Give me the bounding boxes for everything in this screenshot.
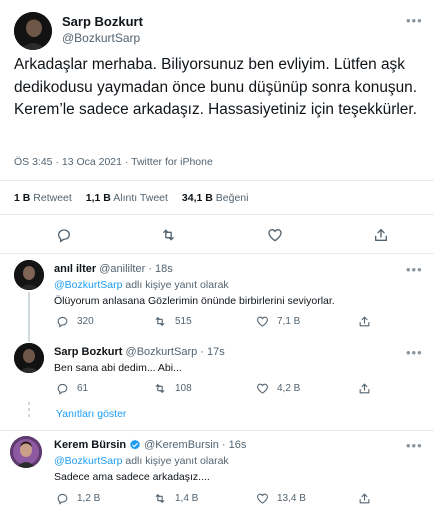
tweet-stats: 1 B Retweet 1,1 B Alıntı Tweet 34,1 B Be… <box>14 192 248 204</box>
retweet-count: 108 <box>175 383 192 394</box>
avatar[interactable] <box>14 343 44 373</box>
like-action[interactable]: 7,1 B <box>256 315 300 328</box>
reply-count: 320 <box>77 316 94 327</box>
reply-author-name[interactable]: Sarp Bozkurt <box>54 346 122 358</box>
share-icon[interactable] <box>358 492 371 505</box>
reply-icon <box>56 492 69 505</box>
reply-to-link[interactable]: @BozkurtSarp <box>54 455 122 467</box>
reply-time[interactable]: · 18s <box>148 263 172 275</box>
thread-dots <box>28 402 30 405</box>
divider <box>0 253 434 254</box>
reply-time[interactable]: · 16s <box>222 439 246 451</box>
reply-author-name[interactable]: anıl ilter <box>54 263 96 275</box>
avatar[interactable] <box>10 436 42 468</box>
reply-count: 61 <box>77 383 89 394</box>
avatar[interactable] <box>14 260 44 290</box>
reply-time[interactable]: · 17s <box>200 346 224 358</box>
like-count: 4,2 B <box>277 383 301 394</box>
retweet-action[interactable]: 515 <box>153 315 192 328</box>
show-replies-link[interactable]: Yanıtları göster <box>56 408 126 420</box>
retweet-value: 1 B <box>14 192 31 204</box>
tweet-meta[interactable]: ÖS 3:45 · 13 Oca 2021 · Twitter for iPho… <box>14 156 213 168</box>
share-icon[interactable] <box>358 382 371 395</box>
retweet-icon <box>153 315 167 328</box>
reply-icon[interactable] <box>56 227 72 243</box>
more-icon[interactable]: ••• <box>406 438 423 453</box>
more-icon[interactable]: ••• <box>406 262 423 277</box>
retweet-action[interactable]: 1,4 B <box>153 492 198 505</box>
reply-to-link[interactable]: @BozkurtSarp <box>54 279 122 291</box>
like-icon <box>256 382 269 395</box>
like-label: Beğeni <box>215 192 249 204</box>
author-handle[interactable]: @BozkurtSarp <box>62 31 140 45</box>
reply-header: Sarp Bozkurt @BozkurtSarp · 17s <box>54 346 225 358</box>
verified-badge-icon <box>129 439 141 451</box>
like-icon <box>256 492 269 505</box>
reply-header: anıl ilter @anililter · 18s <box>54 263 173 275</box>
reply-action[interactable]: 1,2 B <box>56 492 100 505</box>
retweet-icon[interactable] <box>160 227 177 243</box>
divider <box>0 180 434 181</box>
retweet-label: Retweet <box>33 192 72 204</box>
reply-text: Ölüyorum anlasana Gözlerimin önünde birb… <box>54 295 335 307</box>
like-count[interactable]: 34,1 B Beğeni <box>182 192 249 204</box>
retweet-count[interactable]: 1 B Retweet <box>14 192 72 204</box>
divider <box>0 214 434 215</box>
quote-count[interactable]: 1,1 B Alıntı Tweet <box>86 192 168 204</box>
thread-dots <box>28 414 30 417</box>
like-action[interactable]: 13,4 B <box>256 492 306 505</box>
retweet-icon <box>153 492 167 505</box>
reply-author-handle[interactable]: @KeremBursin <box>144 439 219 451</box>
reply-to-suffix: adlı kişiye yanıt olarak <box>125 279 229 291</box>
reply-to-suffix: adlı kişiye yanıt olarak <box>125 455 229 467</box>
author-name[interactable]: Sarp Bozkurt <box>62 14 143 29</box>
thread-dots <box>28 408 30 411</box>
thread-line <box>28 292 30 342</box>
reply-author-name[interactable]: Kerem Bürsin <box>54 439 126 451</box>
retweet-count: 515 <box>175 316 192 327</box>
avatar[interactable] <box>14 12 52 50</box>
divider <box>0 430 434 431</box>
reply-icon <box>56 382 69 395</box>
reply-action[interactable]: 61 <box>56 382 88 395</box>
like-icon <box>256 315 269 328</box>
like-value: 34,1 B <box>181 192 213 204</box>
like-count: 13,4 B <box>277 493 306 504</box>
reply-text: Sadece ama sadece arkadaşız.... <box>54 471 210 483</box>
retweet-count: 1,4 B <box>175 493 199 504</box>
reply-icon <box>56 315 69 328</box>
like-count: 7,1 B <box>277 316 301 327</box>
reply-action[interactable]: 320 <box>56 315 94 328</box>
quote-value: 1,1 B <box>85 192 111 204</box>
more-icon[interactable]: ••• <box>406 13 423 28</box>
reply-header: Kerem Bürsin @KeremBursin · 16s <box>54 439 246 451</box>
share-icon[interactable] <box>358 315 371 328</box>
share-icon[interactable] <box>373 227 389 243</box>
like-icon[interactable] <box>267 227 283 243</box>
more-icon[interactable]: ••• <box>406 345 423 360</box>
reply-text: Ben sana abi dedim... Abi... <box>54 362 182 374</box>
quote-label: Alıntı Tweet <box>113 192 168 204</box>
tweet-text: Arkadaşlar merhaba. Biliyorsunuz ben evl… <box>14 56 418 118</box>
like-action[interactable]: 4,2 B <box>256 382 300 395</box>
reply-context: @BozkurtSarp adlı kişiye yanıt olarak <box>54 455 229 467</box>
reply-context: @BozkurtSarp adlı kişiye yanıt olarak <box>54 279 229 291</box>
reply-author-handle[interactable]: @anililter <box>99 263 145 275</box>
reply-count: 1,2 B <box>77 493 101 504</box>
retweet-action[interactable]: 108 <box>153 382 192 395</box>
reply-author-handle[interactable]: @BozkurtSarp <box>126 346 198 358</box>
retweet-icon <box>153 382 167 395</box>
